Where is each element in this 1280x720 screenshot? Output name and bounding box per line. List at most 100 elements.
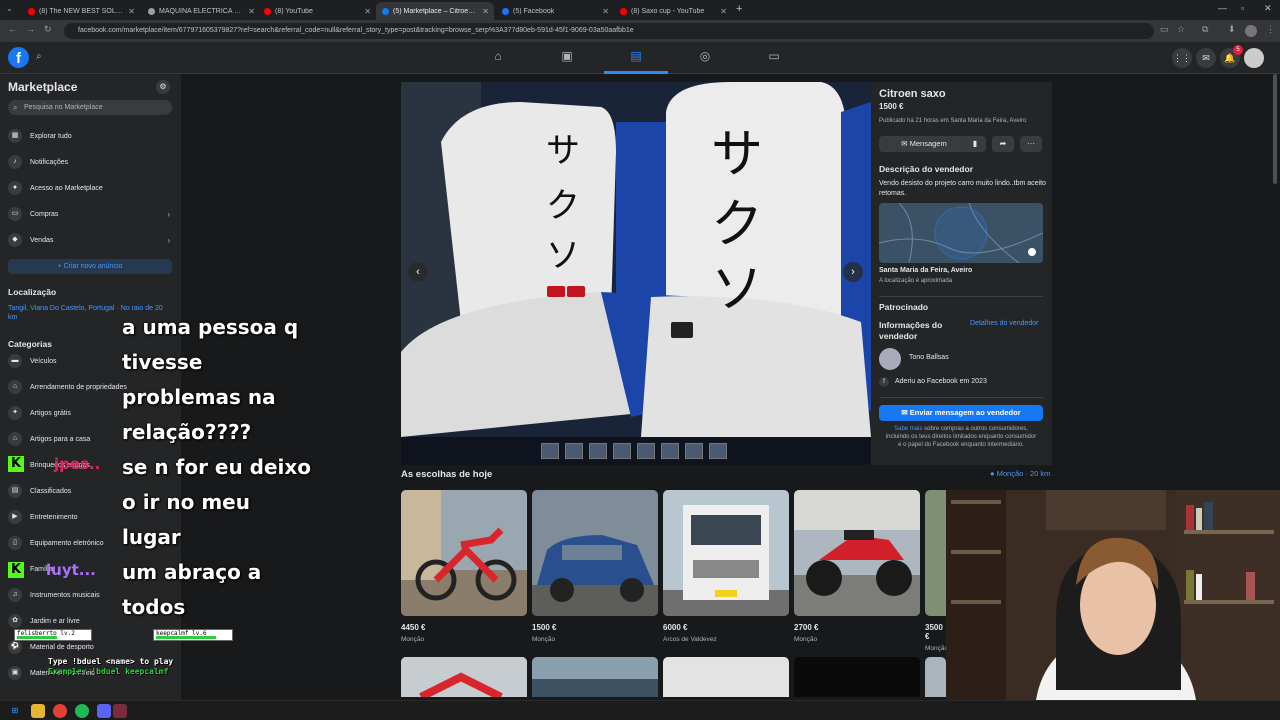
browser-tab[interactable]: (5) Facebook ✕: [496, 2, 614, 20]
profile-avatar[interactable]: [1245, 25, 1257, 37]
menu-grid-icon[interactable]: ⋮⋮: [1172, 48, 1192, 68]
listing-card[interactable]: 1500 € Monção: [532, 490, 658, 643]
sidebar-item-notifications[interactable]: ♪ Notificações: [8, 154, 174, 170]
groups-icon[interactable]: ◎: [695, 49, 715, 67]
listing-card-image[interactable]: [401, 657, 527, 697]
picks-location-link[interactable]: ● Monção · 20 km: [990, 469, 1050, 478]
close-tab-icon[interactable]: ✕: [128, 7, 140, 16]
reload-icon[interactable]: ↻: [44, 24, 52, 35]
messenger-icon[interactable]: ✉: [1196, 48, 1216, 68]
search-icon[interactable]: ⌕: [36, 51, 42, 62]
extensions-icon[interactable]: ⧉: [1202, 24, 1208, 35]
obs-icon[interactable]: [113, 704, 127, 718]
page-scrollbar[interactable]: [1273, 74, 1277, 184]
listing-card-image[interactable]: [663, 657, 789, 697]
photo-thumbnail[interactable]: [589, 443, 607, 459]
chevron-right-icon: ›: [167, 235, 170, 245]
seller-name[interactable]: Tono Ballsas: [909, 354, 949, 361]
share-icon: ➦: [999, 139, 1007, 148]
listing-card[interactable]: 3500 € Monção: [925, 490, 946, 652]
close-tab-icon[interactable]: ✕: [720, 7, 732, 16]
kanji-glyph: サ: [711, 125, 763, 185]
back-icon[interactable]: ←: [8, 24, 17, 34]
map-graphic: [879, 203, 1043, 263]
seller-details-link[interactable]: Detalhes do vendedor: [970, 320, 1039, 327]
cast-icon[interactable]: ▭: [1160, 24, 1169, 35]
listing-card[interactable]: 4450 € Monção: [401, 490, 527, 643]
photo-thumbnail[interactable]: [637, 443, 655, 459]
browser-tab[interactable]: (8) Saxo cup - YouTube ✕: [614, 2, 732, 20]
close-tab-icon[interactable]: ✕: [364, 7, 376, 16]
listing-card-image[interactable]: [532, 657, 658, 697]
bell-icon: ♪: [8, 155, 22, 169]
photo-thumbnail[interactable]: [685, 443, 703, 459]
chevron-right-icon: ›: [167, 209, 170, 219]
close-window-icon[interactable]: ✕: [1264, 3, 1272, 14]
forward-icon[interactable]: →: [26, 24, 35, 34]
chrome-icon[interactable]: [53, 704, 67, 718]
facebook-logo[interactable]: f: [8, 47, 29, 68]
listing-card-image: [925, 490, 946, 616]
marketplace-icon[interactable]: ▤: [626, 49, 646, 67]
sidebar-item-selling[interactable]: ◆ Vendas ›: [8, 232, 174, 248]
windows-start-icon[interactable]: ⊞: [8, 704, 22, 718]
sidebar-item-access[interactable]: ● Acesso ao Marketplace: [8, 180, 174, 196]
learn-more-link[interactable]: Sabe mais: [894, 426, 922, 432]
gaming-icon[interactable]: ▭: [764, 49, 784, 67]
browser-tab[interactable]: MÁQUINA ELECTRICA DE ATAR✕: [142, 2, 260, 20]
listing-card-image[interactable]: [925, 657, 946, 697]
more-options-button[interactable]: ···: [1020, 136, 1042, 152]
marketplace-search-input[interactable]: ⌕ Pesquisa no Marketplace: [8, 100, 172, 115]
bookmark-star-icon[interactable]: ☆: [1177, 24, 1185, 35]
address-bar[interactable]: facebook.com/marketplace/item/6779716053…: [64, 23, 1154, 39]
listing-title: Citroen saxo: [879, 88, 946, 100]
minimize-icon[interactable]: —: [1218, 3, 1227, 13]
tab-search-icon[interactable]: ⌄: [6, 4, 13, 13]
photo-thumbnail[interactable]: [541, 443, 559, 459]
previous-photo-button[interactable]: ‹: [408, 262, 428, 282]
photo-thumbnail[interactable]: [613, 443, 631, 459]
location-map[interactable]: [879, 203, 1043, 263]
create-listing-button[interactable]: + Criar novo anúncio: [8, 259, 172, 274]
car-seat-photo: サ ク ソ サ ク ソ: [401, 82, 871, 465]
listing-photo[interactable]: サ ク ソ サ ク ソ ‹ ›: [401, 82, 871, 465]
photo-thumbnail[interactable]: [661, 443, 679, 459]
next-photo-button[interactable]: ›: [843, 262, 863, 282]
file-explorer-icon[interactable]: [31, 704, 45, 718]
downloads-icon[interactable]: ⬇: [1228, 24, 1236, 35]
close-tab-icon[interactable]: ✕: [482, 7, 494, 16]
send-message-to-seller-button[interactable]: ✉ Enviar mensagem ao vendedor: [879, 405, 1043, 421]
listing-card[interactable]: 2700 € Monção: [794, 490, 920, 643]
maximize-icon[interactable]: ▫: [1241, 3, 1244, 13]
listing-card[interactable]: 6000 € Arcos de Valdevez: [663, 490, 789, 643]
spotify-icon[interactable]: [75, 704, 89, 718]
hp-bar: [17, 636, 57, 639]
browser-tab[interactable]: (8) YouTube ✕: [258, 2, 376, 20]
sidebar-item-purchases[interactable]: ▭ Compras ›: [8, 206, 174, 222]
category-item[interactable]: ⚽ Material de desporto: [8, 639, 174, 655]
listing-card-image[interactable]: [794, 657, 920, 697]
menu-icon[interactable]: ⋮: [1266, 24, 1275, 35]
video-icon[interactable]: ▣: [557, 49, 577, 67]
blue-car-photo: [532, 490, 658, 616]
browser-tab-active[interactable]: (5) Marketplace – Citroen saxo✕: [376, 2, 494, 20]
profile-avatar[interactable]: [1244, 48, 1264, 68]
browser-tab[interactable]: (8) The NEW BEST SOLO CARRY✕: [22, 2, 140, 20]
seller-avatar[interactable]: [879, 348, 901, 370]
listing-price: 1500 €: [879, 102, 904, 111]
listing-card-image: [532, 490, 658, 616]
home-icon[interactable]: ⌂: [488, 49, 508, 67]
photo-thumbnail[interactable]: [565, 443, 583, 459]
discord-icon[interactable]: [97, 704, 111, 718]
close-tab-icon[interactable]: ✕: [602, 7, 614, 16]
save-button[interactable]: ▮: [964, 136, 986, 152]
message-button[interactable]: ✉ Mensagem: [879, 136, 969, 152]
new-tab-button[interactable]: +: [736, 3, 742, 15]
sidebar-item-explore[interactable]: ▦ Explorar tudo: [8, 128, 174, 144]
share-button[interactable]: ➦: [992, 136, 1014, 152]
card-location: Monção: [794, 636, 818, 643]
duel-player-card: felisberrto lv.2: [14, 629, 92, 641]
card-price: 4450 €: [401, 623, 426, 632]
photo-thumbnail[interactable]: [709, 443, 727, 459]
gear-icon[interactable]: ⚙: [156, 80, 170, 94]
